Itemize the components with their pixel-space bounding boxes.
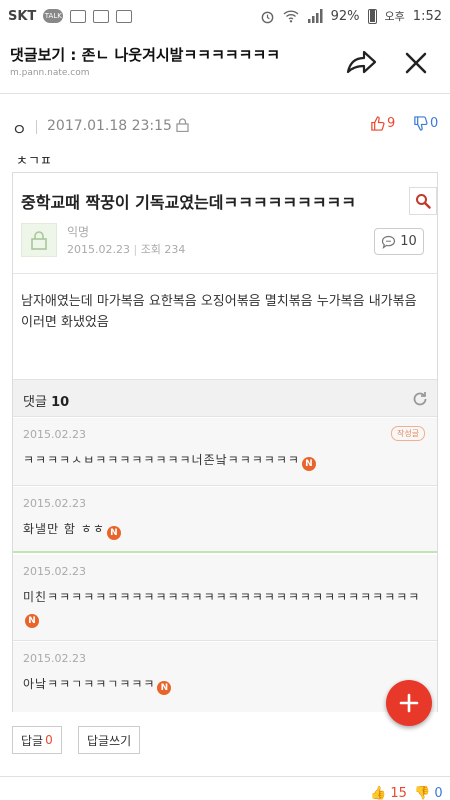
new-badge: N [25, 614, 39, 628]
comment-item-date: 2015.02.23 [23, 428, 86, 441]
share-button[interactable] [344, 48, 378, 78]
comment-item-text: 아낰ㅋㅋㄱㅋㅋㄱㅋㅋㅋ N [23, 674, 423, 695]
replies-count: 0 [45, 733, 53, 747]
battery-icon [367, 8, 377, 24]
add-comment-button[interactable] [386, 680, 432, 726]
divider [0, 776, 450, 777]
embedded-post-image: 중학교때 짝꿍이 기독교였는데ㅋㅋㅋㅋㅋㅋㅋㅋㅋ 익명 2015.02.23 |… [12, 172, 438, 712]
new-badge: N [301, 457, 316, 471]
comment-meta: ㅇ 2017.01.18 23:15 9 0 [0, 112, 450, 146]
replies-label: 답글 [21, 733, 44, 748]
edit-icon [116, 9, 133, 23]
comments-total: 10 [51, 395, 70, 410]
gallery-icon [93, 9, 110, 23]
battery-percent: 92% [330, 8, 360, 24]
carrier-label: SKT [8, 8, 37, 24]
list-item: 2015.02.23 아낰ㅋㅋㄱㅋㅋㄱㅋㅋㅋ N [13, 642, 437, 712]
write-reply-button[interactable]: 답글쓰기 [78, 726, 141, 754]
post-views: 조회 234 [140, 243, 186, 256]
upvote-count: 9 [387, 116, 396, 131]
comment-item-date: 2015.02.23 [23, 652, 86, 665]
comment-count-badge: 10 [374, 228, 424, 255]
alarm-icon [261, 11, 273, 23]
page-title: 댓글보기 : 존ㄴ 나웃겨시발ㅋㅋㅋㅋㅋㅋㅋ [10, 46, 281, 64]
kakaotalk-icon: TALK [43, 9, 64, 23]
author-badge: 작성글 [391, 426, 426, 441]
post-date: 2015.02.23 [67, 243, 130, 256]
clock-time: 1:52 [412, 8, 442, 24]
status-bar: SKT TALK 92% 오후 1:52 [0, 0, 450, 32]
comment-author: ㅇ [12, 120, 27, 139]
comments-label: 댓글 [23, 395, 47, 410]
comment-item-date: 2015.02.23 [23, 497, 86, 510]
post-info: 2015.02.23 | 조회 234 [67, 243, 186, 256]
comment-date: 2017.01.18 23:15 [47, 118, 172, 134]
comments-header: 댓글 10 [13, 379, 437, 417]
notification-icon [70, 9, 87, 23]
comments-header-label: 댓글 10 [23, 391, 69, 410]
downvote-button[interactable]: 0 [413, 116, 438, 131]
post-author: 익명 [67, 225, 90, 239]
page-header: 댓글보기 : 존ㄴ 나웃겨시발ㅋㅋㅋㅋㅋㅋㅋ m.pann.nate.com [0, 32, 450, 94]
next-upvote[interactable]: 👍 15 [370, 786, 407, 800]
close-icon [405, 52, 427, 74]
share-icon [346, 50, 377, 74]
divider [13, 273, 437, 274]
new-badge: N [106, 526, 121, 540]
upvote-button[interactable]: 9 [370, 116, 395, 131]
lock-icon [31, 231, 47, 250]
next-downvote-count: 0 [434, 786, 443, 800]
next-upvote-count: 15 [390, 786, 407, 800]
list-item: 2015.02.23 미친ㅋㅋㅋㅋㅋㅋㅋㅋㅋㅋㅋㅋㅋㅋㅋㅋㅋㅋㅋㅋㅋㅋㅋㅋㅋㅋㅋ… [13, 555, 437, 641]
divider [36, 120, 37, 134]
wifi-icon [283, 10, 299, 23]
thumbs-up-icon [371, 116, 385, 131]
clock-ampm: 오후 [384, 10, 405, 23]
avatar [21, 223, 57, 257]
signal-icon [307, 9, 323, 23]
comment-text: ㅊㄱㅍ [16, 154, 52, 169]
plus-icon [399, 693, 419, 713]
search-icon [416, 194, 431, 209]
list-item: 2015.02.23 작성글 ㅋㅋㅋㅋㅅㅂㅋㅋㅋㅋㅋㅋㅋㅋ너존낰ㅋㅋㅋㅋㅋㅋ N [13, 418, 437, 486]
comment-item-text: 미친ㅋㅋㅋㅋㅋㅋㅋㅋㅋㅋㅋㅋㅋㅋㅋㅋㅋㅋㅋㅋㅋㅋㅋㅋㅋㅋㅋㅋㅋㅋㅋN [23, 590, 421, 628]
comment-item-date: 2015.02.23 [23, 565, 86, 578]
post-body: 남자애였는데 마가복음 요한복음 오징어볶음 멸치볶음 누가복음 내가볶음 이러… [21, 294, 417, 330]
speech-bubble-icon [382, 235, 396, 249]
refresh-icon [413, 392, 427, 406]
comment-item-text: 화낼만 함 ㅎㅎ N [23, 519, 423, 540]
new-badge: N [157, 681, 172, 695]
comment-count: 10 [400, 234, 417, 249]
thumbs-down-icon [414, 116, 428, 131]
close-button[interactable] [400, 47, 432, 79]
downvote-count: 0 [430, 116, 439, 131]
write-reply-label: 답글쓰기 [87, 733, 132, 748]
post-title: 중학교때 짝꿍이 기독교였는데ㅋㅋㅋㅋㅋㅋㅋㅋㅋ [21, 193, 356, 212]
lock-icon [176, 118, 189, 132]
list-item: 2015.02.23 화낼만 함 ㅎㅎ N [13, 487, 437, 553]
replies-button[interactable]: 답글 0 [12, 726, 62, 754]
search-button [409, 187, 437, 215]
next-downvote[interactable]: 👎 0 [414, 786, 443, 800]
comment-item-text: ㅋㅋㅋㅋㅅㅂㅋㅋㅋㅋㅋㅋㅋㅋ너존낰ㅋㅋㅋㅋㅋㅋ N [23, 450, 423, 471]
page-url: m.pann.nate.com [10, 68, 90, 78]
